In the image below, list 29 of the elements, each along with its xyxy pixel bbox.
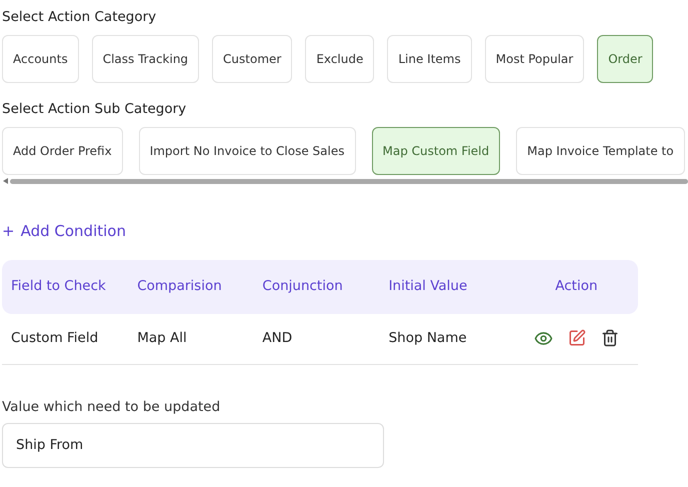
column-header: Action	[554, 277, 599, 296]
option-button[interactable]: Import No Invoice to Close Sales	[138, 127, 356, 175]
column-header: Comparision	[137, 277, 223, 296]
option-button[interactable]: Map Invoice Template to	[516, 127, 685, 175]
option-button[interactable]: Order	[597, 35, 654, 83]
table-cell-text: AND	[262, 329, 294, 348]
table-cell-text: Shop Name	[388, 329, 468, 348]
option-button[interactable]: Exclude	[305, 35, 374, 83]
table-cell-text: Map All	[137, 329, 188, 348]
option-button[interactable]: Customer	[212, 35, 292, 83]
column-header: Initial Value	[388, 277, 468, 296]
section-heading: Select Action Sub Category	[1, 100, 188, 118]
view-icon[interactable]	[534, 329, 553, 348]
section-heading: Select Action Category	[1, 8, 158, 26]
table-cell-text: Custom Field	[11, 329, 100, 348]
add-condition-link[interactable]: + Add Condition	[2, 220, 126, 242]
input-field[interactable]: Ship From	[2, 422, 384, 468]
column-header: Conjunction	[262, 277, 344, 296]
option-button[interactable]: Most Popular	[484, 35, 584, 83]
option-button[interactable]: Line Items	[387, 35, 472, 83]
horizontal-scrollbar[interactable]	[3, 178, 688, 184]
edit-icon[interactable]	[568, 329, 586, 347]
delete-icon[interactable]	[600, 329, 619, 347]
option-button[interactable]: Add Order Prefix	[2, 127, 123, 175]
option-button[interactable]: Accounts	[2, 35, 79, 83]
column-header: Field to Check	[11, 277, 107, 296]
option-button[interactable]: Map Custom Field	[372, 127, 500, 175]
field-label: Value which need to be updated	[1, 398, 222, 416]
option-button[interactable]: Class Tracking	[92, 35, 200, 83]
